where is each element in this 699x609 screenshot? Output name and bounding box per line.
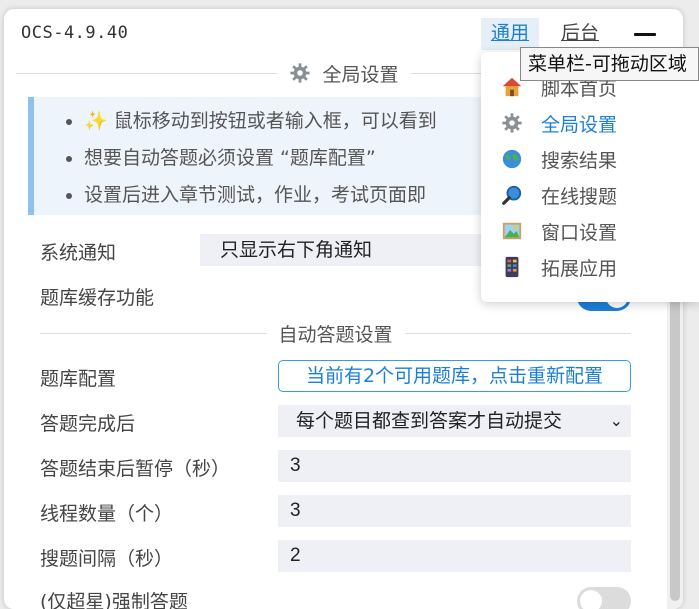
threads-row: 线程数量（个） 3 [40,495,640,531]
auto-answer-title: 自动答题设置 [278,323,393,346]
app-title: OCS-4.9.40 [21,23,129,43]
threads-label: 线程数量（个） [40,503,174,525]
question-bank-label: 题库配置 [40,368,117,390]
gear-icon [502,113,522,133]
menu-item-label: 在线搜题 [541,185,618,208]
nav-dropdown-menu: 脚本首页 全局设置 搜索结果 在线搜题 窗口设置 拓展应用 [481,52,699,302]
question-bank-row: 题库配置 当前有2个可用题库，点击重新配置 [40,360,640,396]
after-answer-label: 答题完成后 [40,413,136,435]
interval-input[interactable]: 2 [278,540,631,572]
drag-area-tooltip: 菜单栏-可拖动区域 [520,47,699,81]
picture-icon [502,222,522,240]
toggle-knob [580,590,602,609]
minimize-button[interactable] [634,33,656,36]
tab-backend[interactable]: 后台 [551,18,609,50]
app-grid-icon [505,256,519,278]
after-answer-value: 每个题目都查到答案才自动提交 [296,410,563,432]
interval-row: 搜题间隔（秒） 2 [40,540,640,576]
menu-item-extensions[interactable]: 拓展应用 [481,249,699,285]
globe-icon [502,149,522,169]
threads-input[interactable]: 3 [278,495,631,527]
menu-item-label: 搜索结果 [541,149,618,172]
menu-item-search-results[interactable]: 搜索结果 [481,141,699,177]
global-settings-title: 全局设置 [322,63,399,86]
chevron-down-icon: ⌄ [609,411,623,430]
menu-item-label: 拓展应用 [541,257,618,280]
pause-label: 答题结束后暂停（秒） [40,458,231,480]
force-answer-toggle[interactable] [577,587,631,609]
force-answer-row: (仅超星)强制答题 [40,583,640,609]
menu-item-global-settings[interactable]: 全局设置 [481,105,699,141]
force-answer-label: (仅超星)强制答题 [40,591,188,609]
pause-input[interactable]: 3 [278,450,631,482]
configure-bank-button[interactable]: 当前有2个可用题库，点击重新配置 [278,360,631,392]
interval-label: 搜题间隔（秒） [40,548,174,570]
tab-general[interactable]: 通用 [481,18,540,50]
gear-icon [289,63,310,83]
auto-answer-divider: 自动答题设置 [40,319,632,347]
menu-item-online-search[interactable]: 在线搜题 [481,177,699,213]
menu-item-label: 窗口设置 [541,221,618,244]
pause-row: 答题结束后暂停（秒） 3 [40,450,640,486]
menu-item-label: 全局设置 [541,113,618,136]
after-answer-select[interactable]: 每个题目都查到答案才自动提交 ⌄ [278,405,631,437]
magnifier-icon [502,185,522,205]
menu-item-window-settings[interactable]: 窗口设置 [481,213,699,249]
cache-label: 题库缓存功能 [40,287,155,309]
system-notice-label: 系统通知 [40,242,117,264]
after-answer-row: 答题完成后 每个题目都查到答案才自动提交 ⌄ [40,405,640,441]
